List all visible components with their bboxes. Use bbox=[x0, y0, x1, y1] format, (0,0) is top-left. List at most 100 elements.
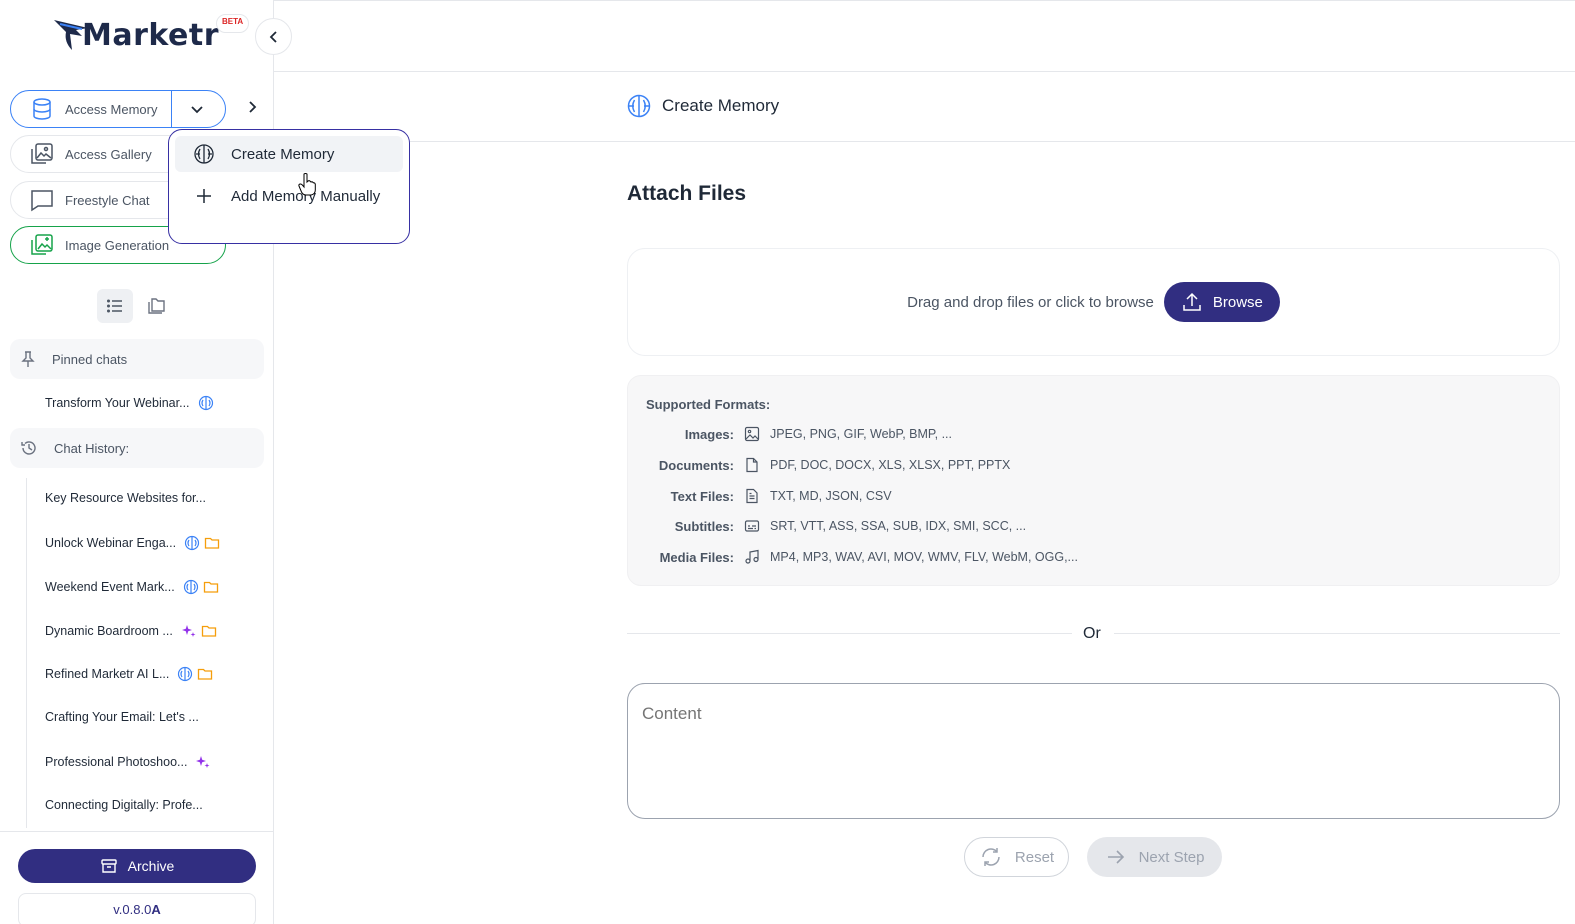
chat-title: Dynamic Boardroom ... bbox=[45, 624, 173, 638]
add-memory-manually-menu-item[interactable]: Add Memory Manually bbox=[175, 178, 403, 214]
file-dropzone[interactable]: Drag and drop files or click to browse B… bbox=[627, 248, 1560, 356]
brain-icon bbox=[626, 93, 652, 119]
document-icon bbox=[734, 457, 770, 473]
memory-dropdown-menu: Create Memory Add Memory Manually bbox=[168, 129, 410, 244]
chat-title: Weekend Event Mark... bbox=[45, 580, 175, 594]
browse-button[interactable]: Browse bbox=[1163, 282, 1280, 322]
freestyle-chat-label: Freestyle Chat bbox=[65, 192, 150, 208]
music-note-icon bbox=[734, 549, 770, 565]
history-chat-item[interactable]: Unlock Webinar Enga... bbox=[45, 535, 220, 551]
app-name: Marketr bbox=[82, 18, 220, 53]
history-chat-item[interactable]: Weekend Event Mark... bbox=[45, 579, 219, 595]
sidebar-divider bbox=[0, 831, 273, 832]
history-chat-item[interactable]: Connecting Digitally: Profe... bbox=[45, 798, 203, 812]
chevron-right-icon[interactable] bbox=[244, 98, 260, 121]
refresh-icon bbox=[979, 845, 1003, 869]
access-memory-button[interactable]: Access Memory bbox=[10, 90, 226, 128]
access-memory-label: Access Memory bbox=[65, 101, 158, 117]
folder-view-icon[interactable] bbox=[146, 294, 168, 321]
format-value: SRT, VTT, ASS, SSA, SUB, IDX, SMI, SCC, … bbox=[770, 519, 1027, 533]
pinned-chats-label: Pinned chats bbox=[52, 351, 128, 367]
chat-title: Professional Photoshoo... bbox=[45, 755, 188, 769]
history-chat-item[interactable]: Refined Marketr AI L... bbox=[45, 666, 213, 682]
beta-badge: BETA bbox=[216, 14, 250, 33]
or-divider-left bbox=[627, 633, 1072, 634]
image-generate-icon bbox=[29, 232, 55, 258]
format-label: Images: bbox=[684, 426, 734, 442]
format-row-media-files: Media Files: MP4, MP3, WAV, AVI, MOV, WM… bbox=[628, 549, 1078, 565]
create-memory-label: Create Memory bbox=[231, 145, 335, 163]
brain-icon bbox=[191, 143, 217, 165]
version-badge: v.0.8.0A bbox=[18, 893, 256, 924]
or-separator: Or bbox=[1083, 625, 1101, 642]
history-chat-item[interactable]: Dynamic Boardroom ... bbox=[45, 623, 217, 639]
format-row-images: Images: JPEG, PNG, GIF, WebP, BMP, ... bbox=[628, 426, 952, 442]
arrow-right-icon bbox=[1105, 846, 1127, 868]
sparkle-icon bbox=[196, 756, 210, 768]
app-logo[interactable]: Marketr BETA bbox=[52, 14, 250, 60]
history-chat-item[interactable]: Crafting Your Email: Let's ... bbox=[45, 710, 199, 724]
dropzone-text: Drag and drop files or click to browse bbox=[907, 293, 1154, 311]
chat-bubble-icon bbox=[29, 187, 55, 213]
archive-button[interactable]: Archive bbox=[18, 849, 256, 883]
collapse-sidebar-button[interactable] bbox=[255, 18, 292, 55]
chevron-left-icon bbox=[269, 30, 277, 43]
title-divider bbox=[274, 141, 1575, 142]
format-value: PDF, DOC, DOCX, XLS, XLSX, PPT, PPTX bbox=[770, 458, 1011, 472]
folder-icon bbox=[204, 537, 220, 549]
next-step-button[interactable]: Next Step bbox=[1087, 837, 1222, 877]
chat-history-label: Chat History: bbox=[54, 440, 130, 456]
format-row-text-files: Text Files: TXT, MD, JSON, CSV bbox=[628, 488, 892, 504]
brain-icon bbox=[184, 535, 200, 551]
chat-title: Unlock Webinar Enga... bbox=[45, 536, 177, 550]
history-icon bbox=[20, 439, 38, 457]
format-value: JPEG, PNG, GIF, WebP, BMP, ... bbox=[770, 427, 953, 441]
brain-icon bbox=[198, 395, 213, 411]
browse-label: Browse bbox=[1212, 293, 1263, 311]
next-step-label: Next Step bbox=[1138, 848, 1205, 866]
archive-icon bbox=[100, 857, 118, 875]
database-icon bbox=[29, 96, 55, 122]
folder-icon bbox=[201, 625, 216, 637]
format-value: TXT, MD, JSON, CSV bbox=[770, 489, 892, 503]
list-view-toggle[interactable] bbox=[97, 289, 133, 323]
history-chat-item[interactable]: Key Resource Websites for... bbox=[45, 491, 206, 505]
create-memory-menu-item[interactable]: Create Memory bbox=[175, 136, 403, 172]
brain-icon bbox=[178, 666, 193, 682]
pin-icon bbox=[20, 350, 36, 368]
folder-icon bbox=[203, 581, 218, 593]
image-icon bbox=[734, 426, 770, 442]
plus-icon bbox=[191, 187, 217, 205]
upload-icon bbox=[1181, 291, 1203, 313]
hand-cursor-icon bbox=[298, 172, 316, 201]
sparkle-icon bbox=[181, 625, 196, 637]
format-value: MP4, MP3, WAV, AVI, MOV, WMV, FLV, WebM,… bbox=[770, 550, 1078, 564]
pinned-chat-item[interactable]: Transform Your Webinar... bbox=[45, 395, 214, 411]
version-suffix: A bbox=[151, 902, 161, 917]
or-divider-right bbox=[1114, 633, 1560, 634]
page-title: Create Memory bbox=[626, 93, 779, 119]
format-row-documents: Documents: PDF, DOC, DOCX, XLS, XLSX, PP… bbox=[628, 457, 1010, 473]
list-icon bbox=[107, 299, 122, 313]
format-row-subtitles: Subtitles: SRT, VTT, ASS, SSA, SUB, IDX,… bbox=[628, 518, 1026, 534]
brain-icon bbox=[183, 579, 198, 595]
reset-button[interactable]: Reset bbox=[964, 837, 1069, 877]
header-divider bbox=[274, 71, 1575, 72]
format-label: Media Files: bbox=[659, 549, 734, 565]
chat-title: Key Resource Websites for... bbox=[45, 491, 206, 505]
history-chat-item[interactable]: Professional Photoshoo... bbox=[45, 754, 211, 770]
supported-formats-title: Supported Formats: bbox=[646, 397, 771, 412]
page-title-text: Create Memory bbox=[662, 96, 780, 115]
pinned-chats-header[interactable]: Pinned chats bbox=[10, 339, 264, 379]
chevron-down-icon[interactable] bbox=[187, 99, 207, 122]
chat-history-header[interactable]: Chat History: bbox=[10, 428, 264, 468]
access-gallery-label: Access Gallery bbox=[65, 146, 152, 162]
chat-title: Connecting Digitally: Profe... bbox=[45, 798, 203, 812]
content-textarea[interactable] bbox=[627, 683, 1560, 819]
chat-title: Crafting Your Email: Let's ... bbox=[45, 710, 199, 724]
supported-formats-panel: Supported Formats: Images: JPEG, PNG, GI… bbox=[627, 375, 1560, 586]
image-generation-label: Image Generation bbox=[65, 237, 170, 253]
reset-label: Reset bbox=[1014, 848, 1055, 866]
chat-title: Transform Your Webinar... bbox=[45, 396, 190, 410]
version-text: v.0.8.0 bbox=[113, 902, 152, 917]
